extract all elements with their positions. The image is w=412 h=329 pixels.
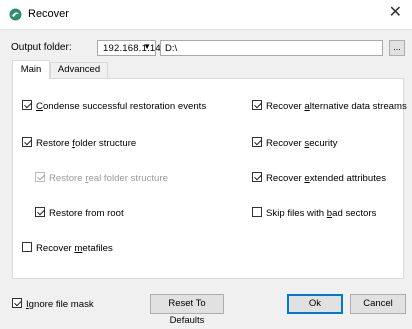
option-restore-real-folder-structure: Restore real folder structure [35, 172, 168, 184]
checkbox [35, 172, 45, 182]
host-select[interactable]: 192.168.1.14 ▼ [97, 40, 161, 56]
checkbox[interactable] [252, 137, 262, 147]
title-bar: Recover ✕ [0, 0, 412, 30]
output-path-value: D:\ [165, 43, 178, 54]
checkbox[interactable] [252, 207, 262, 217]
close-icon[interactable]: ✕ [389, 4, 402, 22]
option-condense-events[interactable]: Condense successful restoration events [22, 100, 206, 112]
checkbox[interactable] [252, 100, 262, 110]
checkbox[interactable] [12, 298, 22, 308]
option-recover-security[interactable]: Recover security [252, 137, 337, 149]
option-skip-bad-sectors[interactable]: Skip files with bad sectors [252, 207, 376, 219]
tab-advanced[interactable]: Advanced [50, 62, 108, 78]
browse-button[interactable]: ... [389, 40, 405, 56]
option-restore-from-root[interactable]: Restore from root [35, 207, 124, 219]
output-folder-label: Output folder: [11, 42, 72, 53]
option-recover-extended-attributes[interactable]: Recover extended attributes [252, 172, 386, 184]
host-value: 192.168.1.14 [103, 43, 161, 54]
option-recover-metafiles[interactable]: Recover metafiles [22, 242, 113, 254]
window-title: Recover [28, 8, 69, 20]
cancel-button[interactable]: Cancel [350, 294, 406, 314]
output-path-input[interactable]: D:\ [160, 40, 383, 56]
checkbox[interactable] [22, 100, 32, 110]
checkbox[interactable] [252, 172, 262, 182]
ok-button[interactable]: Ok [287, 294, 343, 314]
checkbox[interactable] [35, 207, 45, 217]
reset-defaults-button[interactable]: Reset To Defaults [150, 294, 224, 326]
tab-main[interactable]: Main [12, 60, 50, 79]
option-ignore-file-mask[interactable]: Ignore file mask [12, 298, 94, 310]
checkbox[interactable] [22, 242, 32, 252]
checkbox[interactable] [22, 137, 32, 147]
option-recover-alt-streams[interactable]: Recover alternative data streams [252, 100, 407, 112]
chevron-down-icon: ▼ [143, 42, 151, 51]
option-restore-folder-structure[interactable]: Restore folder structure [22, 137, 136, 149]
recover-app-icon [9, 8, 22, 21]
